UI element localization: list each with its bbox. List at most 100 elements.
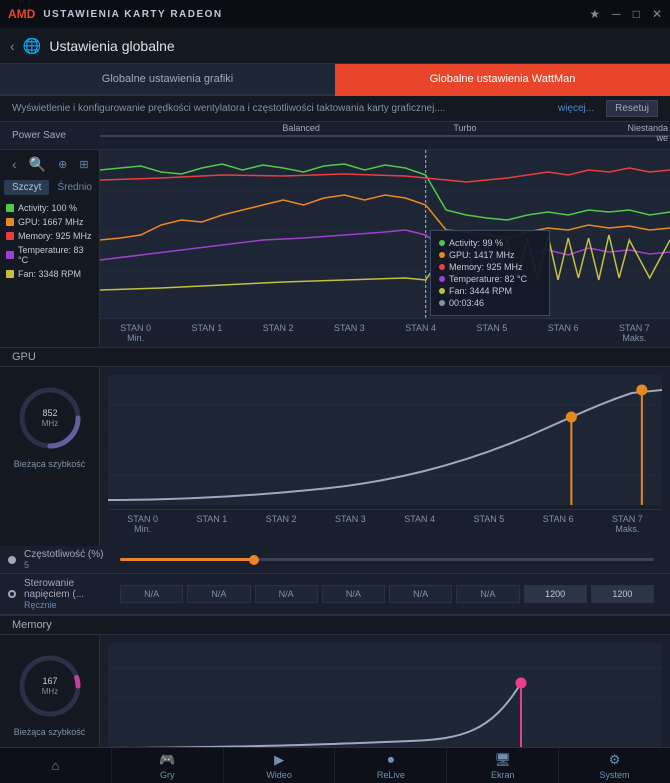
main-scroll-area[interactable]: ‹ 🔍 ⊕ ⊞ Szczyt Średnio Activity: 100 % G… [0,150,670,749]
title-bar-left: AMD USTAWIENIA KARTY RADEON [8,7,223,21]
gpu-gauge-svg: 852 MHz [15,383,85,453]
gpu-spline-svg [108,375,662,505]
star-button[interactable]: ★ [589,7,600,21]
maximize-button[interactable]: □ [633,7,640,21]
nav-games[interactable]: 🎮 Gry [112,748,224,783]
zoom-icon[interactable]: ⊕ [54,156,71,173]
state-label-4: STAN 4 [385,323,456,343]
tooltip-row-memory: Memory: 925 MHz [439,261,541,273]
gpu-freq-radio [8,556,16,564]
tooltip-row-gpu: GPU: 1417 MHz [439,249,541,261]
tab-row: Globalne ustawienia grafiki Globalne ust… [0,64,670,96]
tooltip-time-dot [439,300,445,306]
info-bar-right: więcej... Resetuj [558,100,658,117]
gpu-freq-slider-container [112,554,662,565]
legend-gpu-dot [6,218,14,226]
search-icon[interactable]: 🔍 [25,154,50,175]
freq-radio-dot[interactable] [8,556,16,564]
gpu-freq-value: 5 [24,560,104,570]
memory-speed-label: Bieżąca szybkość [14,727,86,737]
memory-spline-svg [108,643,662,749]
legend-memory-dot [6,232,14,240]
tab-wattman[interactable]: Globalne ustawienia WattMan [335,64,670,96]
gpu-voltage-cell-0: N/A [120,585,183,603]
state-label-7: STAN 7Maks. [599,323,670,343]
back-graph-btn[interactable]: ‹ [8,154,21,174]
memory-full-section: Memory 167 MHz Bieżąca szybkość [0,615,670,749]
state-label-5: STAN 5 [456,323,527,343]
title-bar-controls: ★ ─ □ ✕ [589,7,662,21]
gpu-gauge: 852 MHz [15,383,85,453]
gpu-voltage-cell-5: N/A [456,585,519,603]
video-icon: ▶ [274,752,284,768]
gpu-voltage-radio [8,590,16,598]
legend-area: Activity: 100 % GPU: 1667 MHz Memory: 92… [0,201,99,281]
tooltip-row-activity: Activity: 99 % [439,237,541,249]
gpu-voltage-row: Sterowanie napięciem (... Ręcznie N/A N/… [0,574,670,615]
memory-panel-row: 167 MHz Bieżąca szybkość [0,635,670,749]
app-title: USTAWIENIA KARTY RADEON [43,9,222,20]
title-bar: AMD USTAWIENIA KARTY RADEON ★ ─ □ ✕ [0,0,670,28]
close-button[interactable]: ✕ [652,7,662,21]
more-link[interactable]: więcej... [558,103,594,114]
minimize-button[interactable]: ─ [612,7,621,21]
mode-turbo: Turbo [453,123,476,133]
tab-global-graphics[interactable]: Globalne ustawienia grafiki [0,64,335,96]
globe-icon: 🌐 [23,37,42,55]
gpu-frequency-row: Częstotliwość (%) 5 [0,546,670,574]
memory-gauge: 167 MHz [15,651,85,721]
nav-relive[interactable]: ⏺ ReLive [335,748,447,783]
display-icon: 🖥 [494,752,511,768]
gpu-voltage-cell-7[interactable]: 1200 [591,585,654,603]
nav-display[interactable]: 🖥 Ekran [447,748,559,783]
memory-section-header: Memory [0,615,670,635]
memory-spline-chart [108,643,662,749]
state-label-3: STAN 3 [314,323,385,343]
games-icon: 🎮 [159,752,175,768]
legend-temp-dot [6,251,14,259]
graph-section: ‹ 🔍 ⊕ ⊞ Szczyt Średnio Activity: 100 % G… [0,150,670,347]
svg-text:MHz: MHz [41,419,57,428]
gpu-full-section: GPU 852 MHz Bieżąca szybkość [0,347,670,615]
legend-memory: Memory: 925 MHz [0,229,99,243]
gpu-voltage-cells-container: N/A N/A N/A N/A N/A N/A 1200 1200 [112,577,662,611]
memory-left-panel: 167 MHz Bieżąca szybkość [0,635,100,749]
gpu-spline-chart [108,375,662,505]
tooltip-activity-dot [439,240,445,246]
gpu-voltage-label: Sterowanie napięciem (... [24,578,104,600]
power-save-label: Power Save [0,130,100,141]
svg-text:852: 852 [42,408,57,418]
gpu-voltage-cells: N/A N/A N/A N/A N/A N/A 1200 1200 [120,581,654,607]
gpu-voltage-cell-6[interactable]: 1200 [524,585,587,603]
gpu-voltage-sublabel: Ręcznie [24,600,104,610]
gpu-freq-slider-fill [120,558,254,561]
nav-display-label: Ekran [491,770,515,780]
memory-gauge-svg: 167 MHz [15,651,85,721]
nav-system[interactable]: ⚙ System [559,748,670,783]
nav-games-label: Gry [160,770,175,780]
back-button[interactable]: ‹ [10,38,15,54]
tab-average[interactable]: Średnio [49,180,99,195]
gpu-freq-label: Częstotliwość (%) [24,549,104,560]
gpu-freq-slider-thumb[interactable] [249,555,259,565]
gpu-voltage-cell-3: N/A [322,585,385,603]
info-text: Wyświetlenie i konfigurowanie prędkości … [12,103,445,114]
gpu-freq-slider-track[interactable] [120,558,654,561]
graph-toolbar: ‹ 🔍 ⊕ ⊞ [0,150,99,178]
legend-activity-dot [6,204,14,212]
tab-peak[interactable]: Szczyt [4,180,49,195]
legend-temp: Temperature: 83 °C [0,243,99,267]
state-label-2: STAN 2 [243,323,314,343]
nav-relive-label: ReLive [377,770,405,780]
voltage-radio-dot[interactable] [8,590,16,598]
grid-icon[interactable]: ⊞ [75,156,92,173]
gpu-section-header: GPU [0,347,670,367]
amd-logo: AMD [8,7,35,21]
bottom-nav: ⌂ 🎮 Gry ▶ Wideo ⏺ ReLive 🖥 Ekran ⚙ Syste… [0,747,670,783]
nav-home[interactable]: ⌂ [0,748,112,783]
gpu-voltage-cell-4: N/A [389,585,452,603]
svg-text:MHz: MHz [41,687,57,696]
nav-video[interactable]: ▶ Wideo [224,748,336,783]
tooltip-temp-dot [439,276,445,282]
reset-button[interactable]: Resetuj [606,100,658,117]
